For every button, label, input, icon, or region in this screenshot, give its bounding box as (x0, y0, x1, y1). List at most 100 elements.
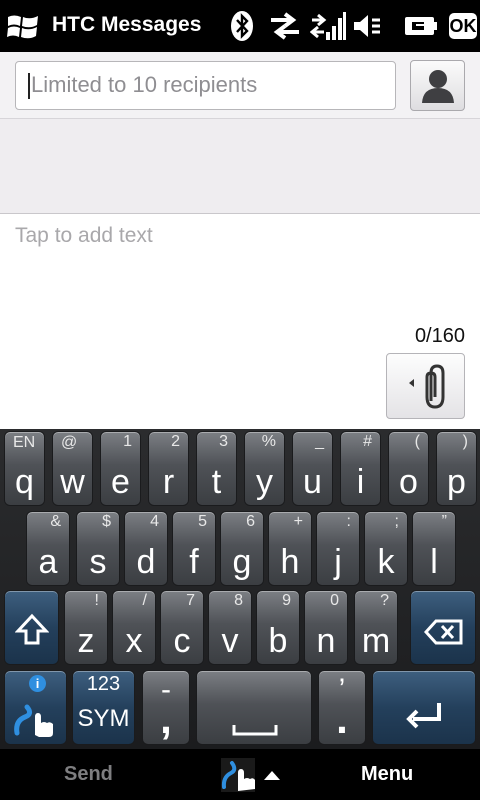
key-label: q (15, 463, 34, 501)
shift-arrow-icon (15, 613, 49, 645)
key-secondary-label: ; (394, 513, 399, 530)
key-c[interactable]: c7 (160, 590, 204, 665)
shift-key[interactable] (4, 590, 59, 665)
key-label: r (162, 463, 175, 501)
key-secondary-label: 2 (171, 433, 180, 450)
key-label: j (334, 543, 342, 581)
key-secondary-label: 6 (246, 513, 255, 530)
key-f[interactable]: f5 (172, 511, 216, 586)
period-key[interactable]: ’ . (318, 670, 366, 745)
key-label: i (356, 463, 365, 501)
comma-key[interactable]: - , (142, 670, 190, 745)
key-secondary-label: & (50, 513, 61, 530)
key-label: c (173, 622, 191, 660)
key-d[interactable]: d4 (124, 511, 168, 586)
softkey-bar: Send Menu (0, 749, 480, 800)
key-secondary-label: 3 (219, 433, 228, 450)
info-icon: i (29, 675, 46, 692)
key-v[interactable]: v8 (208, 590, 252, 665)
paperclip-icon (408, 364, 444, 409)
key-secondary-label: + (293, 513, 303, 530)
key-l[interactable]: l” (412, 511, 456, 586)
key-secondary-label: 9 (282, 592, 291, 609)
send-softkey[interactable]: Send (64, 763, 113, 786)
key-secondary-label: EN (13, 434, 36, 451)
symbols-key[interactable]: 123 SYM (72, 670, 135, 745)
chevron-up-icon (264, 771, 280, 780)
key-h[interactable]: h + (268, 511, 312, 586)
key-secondary-label: 4 (150, 513, 159, 530)
key-r[interactable]: r2 (148, 431, 189, 506)
key-label: u (303, 463, 322, 501)
key-x[interactable]: x / (112, 590, 156, 665)
key-label: w (60, 463, 85, 501)
input-method-key[interactable]: i (4, 670, 67, 745)
key-label: l (430, 543, 438, 581)
key-label: g (232, 543, 252, 581)
key-b[interactable]: b9 (256, 590, 300, 665)
bluetooth-icon (228, 10, 256, 42)
key-label: n (316, 622, 336, 660)
key-secondary-label: ! (94, 592, 99, 609)
key-s[interactable]: s $ (76, 511, 120, 586)
space-key[interactable] (196, 670, 312, 745)
key-secondary-label: ? (380, 592, 389, 609)
menu-softkey[interactable]: Menu (361, 763, 413, 786)
key-j[interactable]: j: (316, 511, 360, 586)
key-secondary-label: @ (61, 434, 78, 451)
key-n[interactable]: n0 (304, 590, 348, 665)
key-g[interactable]: g6 (220, 511, 264, 586)
key-secondary-label: ) (462, 433, 468, 450)
key-secondary-label: % (261, 433, 276, 450)
key-label: p (447, 463, 466, 501)
key-label: m (361, 622, 391, 660)
key-label: d (136, 543, 156, 581)
period-key-label: . (336, 695, 348, 742)
key-secondary-label: 7 (186, 592, 195, 609)
battery-icon (404, 10, 438, 42)
key-secondary-label: _ (315, 433, 324, 450)
recipient-area: Limited to 10 recipients (0, 52, 480, 214)
key-secondary-label: / (142, 592, 147, 609)
key-w[interactable]: w @ (52, 431, 93, 506)
enter-key[interactable] (372, 670, 476, 745)
key-e[interactable]: e1 (100, 431, 141, 506)
ok-button[interactable]: OK (449, 13, 477, 39)
key-label: a (38, 543, 58, 581)
contacts-button[interactable] (410, 60, 465, 111)
message-area[interactable]: Tap to add text 0/160 (0, 214, 480, 429)
key-label: f (189, 543, 199, 581)
key-m[interactable]: m? (354, 590, 398, 665)
key-p[interactable]: p) (436, 431, 477, 506)
key-label: z (77, 622, 95, 660)
swype-icon (14, 704, 53, 737)
key-label: e (111, 463, 130, 501)
key-secondary-label: 5 (198, 513, 207, 530)
key-label: k (377, 543, 395, 581)
symbols-key-label: SYM (77, 705, 130, 732)
key-secondary-label: ( (414, 433, 420, 450)
key-y[interactable]: y% (244, 431, 285, 506)
key-i[interactable]: i # (340, 431, 381, 506)
key-z[interactable]: z! (64, 590, 108, 665)
key-t[interactable]: t3 (196, 431, 237, 506)
backspace-icon (424, 619, 463, 645)
comma-key-label: , (160, 695, 172, 742)
attach-button[interactable] (386, 353, 465, 419)
backspace-key[interactable] (410, 590, 476, 665)
recipient-input[interactable]: Limited to 10 recipients (15, 61, 396, 110)
status-bar: HTC Messages OK (0, 0, 480, 52)
windows-logo-icon[interactable] (6, 12, 40, 42)
key-a[interactable]: a & (26, 511, 70, 586)
keyboard-toggle-button[interactable] (220, 753, 286, 797)
key-k[interactable]: k; (364, 511, 408, 586)
data-transfer-icon (268, 10, 302, 42)
key-label: h (280, 543, 300, 581)
key-o[interactable]: o( (388, 431, 429, 506)
text-caret (28, 73, 30, 99)
person-icon (421, 69, 454, 103)
key-q[interactable]: q EN (4, 431, 45, 506)
space-icon (232, 725, 278, 736)
key-u[interactable]: u _ (292, 431, 333, 506)
message-placeholder: Tap to add text (15, 224, 153, 247)
